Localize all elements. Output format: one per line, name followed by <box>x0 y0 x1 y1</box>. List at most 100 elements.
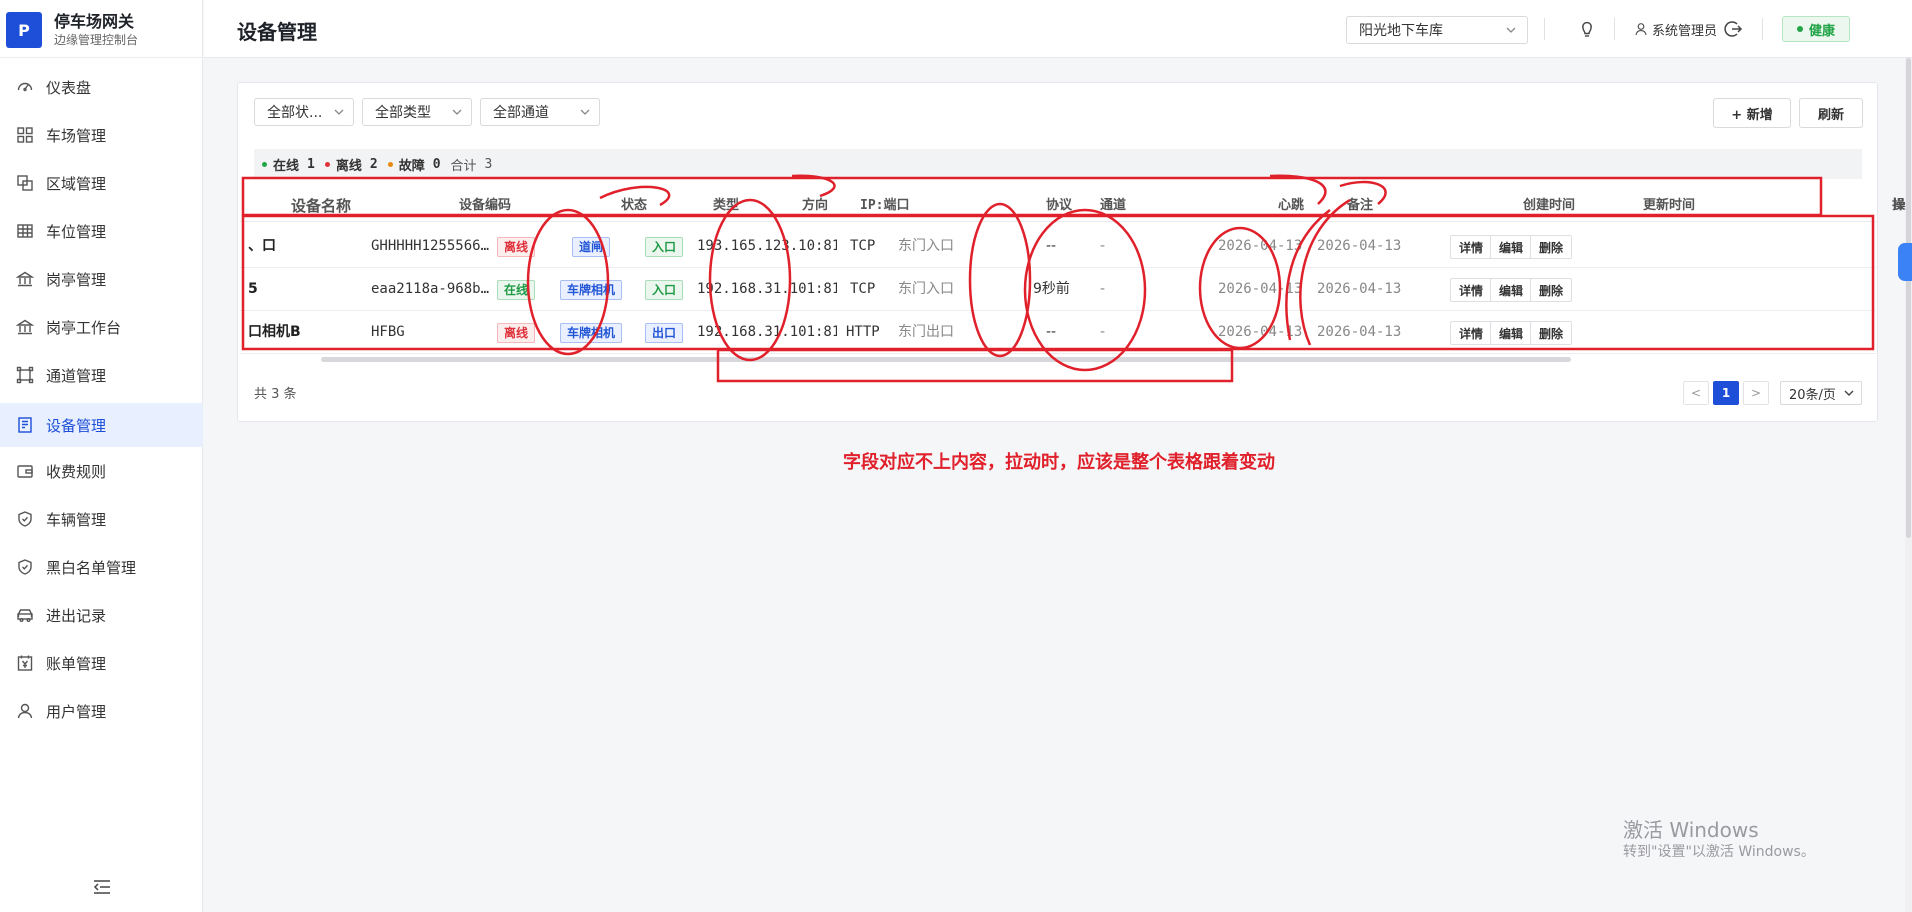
channel-filter[interactable]: 全部通道 <box>480 98 600 126</box>
device-name: 口相机B <box>248 324 301 340</box>
sidebar-item-users[interactable]: 用户管理 <box>0 689 203 733</box>
column-header-code: 设备编码 <box>459 198 512 213</box>
delete-button[interactable]: 删除 <box>1530 278 1572 302</box>
channel: 东门出口 <box>898 324 954 340</box>
device-icon <box>18 417 32 433</box>
car-icon <box>17 609 33 622</box>
total-label: 合计 <box>450 158 477 174</box>
user-menu[interactable]: 系统管理员 <box>1634 18 1717 40</box>
page-scrollbar-thumb[interactable] <box>1906 58 1911 538</box>
page-1-button[interactable]: 1 <box>1713 381 1739 405</box>
sidebar-item-label: 岗亭管理 <box>46 270 107 289</box>
chevron-down-icon <box>452 109 462 115</box>
windows-activation-watermark: 激活 Windows 转到"设置"以激活 Windows。 <box>1623 818 1815 862</box>
shield-icon <box>18 511 32 527</box>
add-device-button[interactable]: + 新增 <box>1713 98 1791 128</box>
table-horizontal-scrollbar-thumb[interactable] <box>321 357 1571 362</box>
sidebar-item-channel[interactable]: 通道管理 <box>0 353 203 397</box>
heartbeat: -- <box>1046 324 1057 340</box>
device-code: eaa2118a-968b… <box>371 281 490 297</box>
channel-icon <box>16 366 34 384</box>
edit-button[interactable]: 编辑 <box>1490 235 1532 259</box>
collapse-menu-icon[interactable] <box>92 878 112 896</box>
device-code: HFBG <box>371 324 405 340</box>
delete-button[interactable]: 删除 <box>1530 235 1572 259</box>
logout-icon[interactable] <box>1722 18 1744 40</box>
sidebar-item-blacklist[interactable]: 黑白名单管理 <box>0 545 203 589</box>
lightbulb-icon[interactable] <box>1576 18 1598 40</box>
fault-dot <box>387 161 393 167</box>
column-header-heartbeat: 心跳 <box>1278 198 1305 213</box>
remark: - <box>1100 324 1106 340</box>
device-name: 、口 <box>248 238 276 254</box>
sidebar-item-vehicle[interactable]: 车辆管理 <box>0 497 203 541</box>
offline-count: 2 <box>369 156 378 172</box>
sidebar-item-bills[interactable]: 账单管理 <box>0 641 203 685</box>
sidebar: P 停车场网关 边缘管理控制台 仪表盘 车场管理 区域管理 车位管理 岗亭管理 … <box>0 0 203 912</box>
next-page-button[interactable]: > <box>1743 381 1769 405</box>
heartbeat: 9秒前 <box>1033 281 1070 297</box>
online-count: 1 <box>307 156 315 172</box>
status-badge: 离线 <box>497 237 536 257</box>
device-list-card: 全部状... 全部类型 全部通道 + 新增 刷新 在线 1 离线 2 故障 0 … <box>237 82 1905 422</box>
chevron-down-icon <box>334 109 344 115</box>
table-row[interactable]: 、口 GHHHHH1255566… 离线 道闸 入口 193.165.123.1… <box>240 225 1876 268</box>
health-label: 健康 <box>1808 23 1835 39</box>
detail-button[interactable]: 详情 <box>1450 235 1492 259</box>
type-filter-value: 全部类型 <box>375 105 431 121</box>
delete-button[interactable]: 删除 <box>1530 321 1572 345</box>
edit-button[interactable]: 编辑 <box>1490 321 1532 345</box>
divider <box>0 57 203 58</box>
sidebar-item-records[interactable]: 进出记录 <box>0 593 203 637</box>
heartbeat: -- <box>1046 238 1057 254</box>
health-status-badge: 健康 <box>1782 16 1850 42</box>
table-row[interactable]: 口相机B HFBG 离线 车牌相机 出口 192.168.31.101:81… … <box>240 311 1876 354</box>
sidebar-item-fee-rules[interactable]: 收费规则 <box>0 449 203 493</box>
remark: - <box>1100 238 1106 254</box>
sidebar-item-booth-workbench[interactable]: 岗亭工作台 <box>0 305 203 349</box>
refresh-button[interactable]: 刷新 <box>1799 98 1863 128</box>
column-header-updated: 更新时间 <box>1643 198 1696 213</box>
page-title: 设备管理 <box>237 20 317 44</box>
sidebar-item-area[interactable]: 区域管理 <box>0 161 203 205</box>
column-header-direction: 方向 <box>802 198 829 213</box>
sidebar-item-booth[interactable]: 岗亭管理 <box>0 257 203 301</box>
type-badge: 车牌相机 <box>560 323 623 343</box>
sidebar-item-device[interactable]: 设备管理 <box>0 403 203 447</box>
status-summary-bar: 在线 1 离线 2 故障 0 合计 3 <box>254 149 1862 179</box>
sidebar-item-dashboard[interactable]: 仪表盘 <box>0 65 203 109</box>
remark: - <box>1100 281 1106 297</box>
device-name: 5 <box>248 281 258 297</box>
sidebar-item-label: 通道管理 <box>46 366 107 385</box>
status-filter[interactable]: 全部状... <box>254 98 354 126</box>
sidebar-item-label: 用户管理 <box>46 702 107 721</box>
online-label: 在线 <box>273 158 300 174</box>
annotation-note: 字段对应不上内容，拉动时，应该是整个表格跟着变动 <box>843 452 1275 473</box>
page-size-select[interactable]: 20条/页 <box>1780 381 1862 405</box>
online-dot <box>262 161 267 167</box>
parking-lot-select[interactable]: 阳光地下车库 <box>1346 16 1528 44</box>
protocol: TCP <box>850 281 876 297</box>
column-header-ip: IP:端口 <box>860 198 910 213</box>
status-badge: 离线 <box>497 323 536 343</box>
user-name: 系统管理员 <box>1652 23 1718 39</box>
detail-button[interactable]: 详情 <box>1450 321 1492 345</box>
booth-icon <box>16 319 34 335</box>
offline-dot <box>324 161 330 167</box>
sidebar-item-parking-lot[interactable]: 车场管理 <box>0 113 203 157</box>
table-icon <box>17 224 33 238</box>
table-header-divider <box>240 221 1876 222</box>
edit-button[interactable]: 编辑 <box>1490 278 1532 302</box>
prev-page-button[interactable]: < <box>1683 381 1709 405</box>
table-row[interactable]: 5 eaa2118a-968b… 在线 车牌相机 入口 192.168.31.1… <box>240 268 1876 311</box>
detail-button[interactable]: 详情 <box>1450 278 1492 302</box>
sidebar-item-label: 仪表盘 <box>46 78 92 97</box>
sidebar-item-label: 车位管理 <box>46 222 107 241</box>
divider <box>1544 18 1545 40</box>
direction-badge: 出口 <box>645 323 684 343</box>
channel: 东门入口 <box>898 238 954 254</box>
type-filter[interactable]: 全部类型 <box>362 98 472 126</box>
sidebar-item-space[interactable]: 车位管理 <box>0 209 203 253</box>
side-drawer-handle[interactable] <box>1898 243 1912 281</box>
brand-title: 停车场网关 <box>54 12 135 31</box>
